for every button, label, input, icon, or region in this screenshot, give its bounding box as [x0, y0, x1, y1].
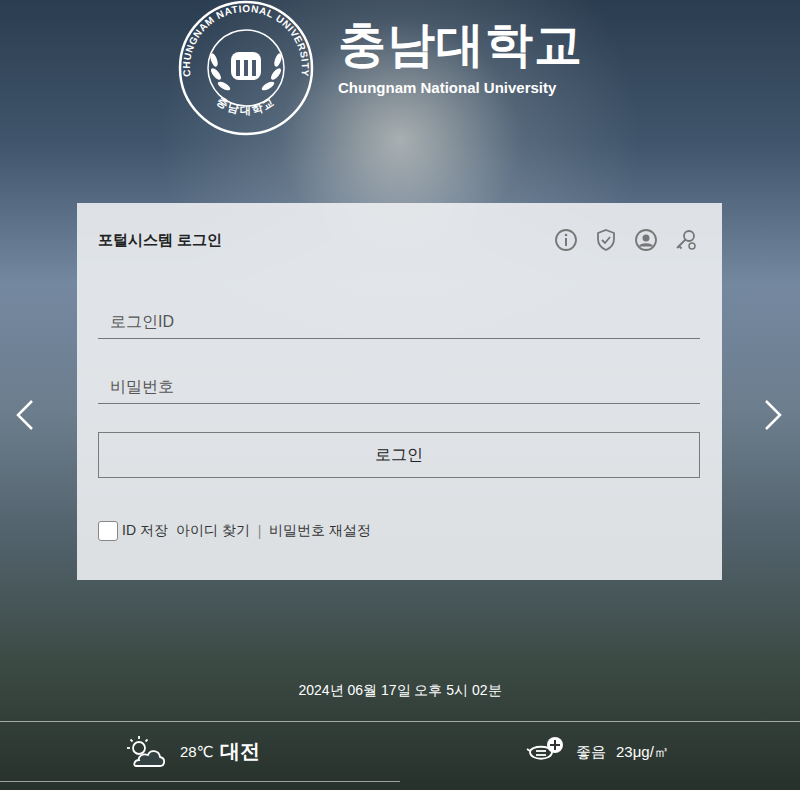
reset-password-link[interactable]: 비밀번호 재설정 — [269, 522, 371, 540]
login-tools — [554, 228, 700, 252]
temperature: 28℃ — [180, 743, 214, 761]
previous-slide-button[interactable] — [14, 398, 36, 435]
air-quality-status: 좋음 — [576, 743, 606, 762]
login-title: 포털시스템 로그인 — [98, 231, 222, 250]
remember-id-checkbox[interactable]: ID 저장 — [98, 521, 168, 541]
next-slide-button[interactable] — [762, 398, 784, 435]
city: 대전 — [220, 738, 260, 765]
login-panel-header: 포털시스템 로그인 — [98, 225, 700, 255]
svg-text:충남대학교: 충남대학교 — [215, 95, 277, 116]
find-id-link[interactable]: 아이디 찾기 — [176, 522, 250, 540]
link-separator: | — [258, 523, 262, 539]
login-panel: 포털시스템 로그인로그인 ID 저장 아이디 찾기 | 비밀번호 재설정 — [77, 203, 722, 580]
user-icon[interactable] — [634, 228, 658, 252]
password-input[interactable] — [98, 370, 700, 404]
university-name: 충남대학교 Chungnam National University — [338, 19, 583, 98]
university-seal-icon: CHUNGNAM NATIONAL UNIVERSITY 충남대학교 — [178, 0, 314, 136]
info-icon[interactable] — [554, 228, 578, 252]
chevron-left-icon — [14, 398, 36, 432]
current-datetime: 2024년 06월 17일 오후 5시 02분 — [0, 680, 800, 700]
shield-check-icon[interactable] — [594, 228, 618, 252]
login-button[interactable]: 로그인 — [98, 432, 700, 478]
key-icon[interactable] — [674, 228, 698, 252]
partly-cloudy-icon — [122, 735, 168, 769]
weather-info: 28℃ 대전 — [0, 722, 400, 782]
air-quality-info: 좋음 23μg/㎥ — [400, 722, 669, 782]
login-id-input[interactable] — [98, 305, 700, 339]
remember-id-label: ID 저장 — [122, 522, 168, 540]
checkbox-box[interactable] — [98, 521, 118, 541]
fine-dust-mask-icon — [526, 736, 566, 768]
portal-login-page: CHUNGNAM NATIONAL UNIVERSITY충남대학교충남대학교Ch… — [0, 0, 800, 790]
login-options: ID 저장 아이디 찾기 | 비밀번호 재설정 — [98, 520, 700, 542]
university-name-korean: 충남대학교 — [338, 19, 583, 72]
university-name-english: Chungnam National University — [338, 79, 583, 97]
svg-text:CHUNGNAM NATIONAL UNIVERSITY: CHUNGNAM NATIONAL UNIVERSITY — [181, 3, 311, 77]
fine-dust-value: 23μg/㎥ — [616, 743, 669, 762]
info-bar: 28℃ 대전 좋음 23μg/㎥ — [0, 721, 800, 782]
university-header: CHUNGNAM NATIONAL UNIVERSITY충남대학교충남대학교Ch… — [0, 0, 800, 140]
chevron-right-icon — [762, 398, 784, 432]
